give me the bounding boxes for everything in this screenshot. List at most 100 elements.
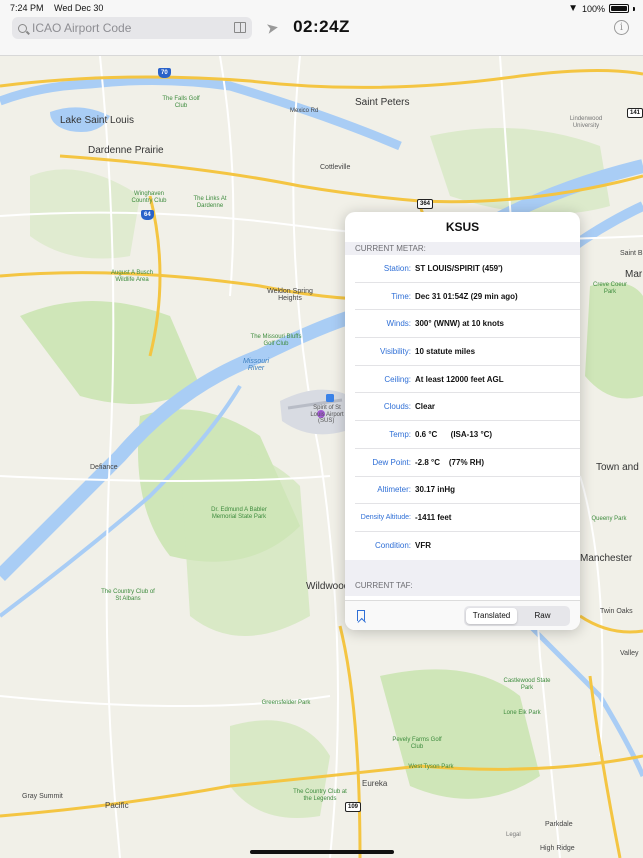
map-label-creve-coeur: Creve Coeur Park: [592, 282, 627, 295]
map-label-saint-peters: Saint Peters: [355, 97, 410, 108]
location-arrow-icon[interactable]: ➤: [265, 18, 280, 38]
metar-section-header: CURRENT METAR:: [345, 242, 580, 255]
map-label-queeny: Queeny Park: [591, 516, 627, 522]
bookmark-icon[interactable]: [357, 610, 365, 621]
row-value: VFR: [415, 541, 431, 551]
map-label-twin-oaks: Twin Oaks: [600, 608, 633, 615]
segment-raw[interactable]: Raw: [517, 608, 568, 624]
map-label-greensfelder: Greensfelder Park: [261, 700, 311, 706]
status-date: Wed Dec 30: [54, 3, 104, 13]
row-label: Visibility:: [380, 346, 411, 356]
metar-row-density-altitude: Density Altitude: -1411 feet: [355, 504, 580, 532]
metar-row-ceiling: Ceiling: At least 12000 feet AGL: [355, 366, 580, 394]
row-label: Density Altitude:: [360, 514, 411, 522]
row-value: 30.17 inHg: [415, 485, 456, 495]
map-label-winghaven: Winghaven Country Club: [131, 191, 167, 204]
map-label-valley: Valley: [620, 650, 639, 657]
row-label: Ceiling:: [384, 374, 411, 384]
map-label-lindenwood: Lindenwood University: [569, 116, 603, 129]
info-icon[interactable]: i: [614, 20, 629, 35]
map-label-parkdale: Parkdale: [545, 821, 573, 828]
metar-row-condition: Condition: VFR: [355, 532, 580, 560]
map-label-lone-elk: Lone Elk Park: [503, 710, 541, 716]
metar-row-temp: Temp: 0.6 °C (ISA-13 °C): [355, 421, 580, 449]
metar-row-visibility: Visibility: 10 statute miles: [355, 338, 580, 366]
map-label-missouri-bluffs: The Missouri Bluffs Golf Club: [250, 334, 302, 347]
map-label-eureka: Eureka: [362, 779, 388, 788]
map-label-dardenne-prairie: Dardenne Prairie: [88, 145, 164, 156]
map-legal-link[interactable]: Legal: [506, 832, 521, 838]
metar-row-station: Station: ST LOUIS/SPIRIT (459'): [355, 255, 580, 283]
map-label-high-ridge: High Ridge: [540, 845, 575, 852]
row-value: 300° (WNW) at 10 knots: [415, 319, 504, 329]
route-364-shield: 364: [417, 199, 434, 209]
metar-row-altimeter: Altimeter: 30.17 inHg: [355, 477, 580, 505]
map-label-babler: Dr. Edmund A Babler Memorial State Park: [211, 507, 267, 520]
battery-tip: [633, 6, 635, 11]
search-icon: [18, 23, 27, 33]
row-label: Winds:: [386, 319, 411, 329]
map-label-saint-b: Saint B: [620, 250, 643, 257]
status-bar-right: ▼ 100%: [568, 3, 635, 14]
map-label-mexico-rd: Mexico Rd: [290, 108, 319, 114]
battery-percent: 100%: [581, 3, 605, 14]
home-indicator: [250, 850, 394, 854]
status-bar-left: 7:24 PM Wed Dec 30: [10, 3, 111, 13]
metar-row-clouds: Clouds: Clear: [355, 393, 580, 422]
map-label-mar: Mar: [625, 269, 643, 280]
map-label-country-club-legends: The Country Club at the Legends: [293, 789, 347, 802]
map-label-pevely-farms: Pevely Farms Golf Club: [392, 737, 442, 750]
map-label-airport[interactable]: Spirit of St Louis Airport: [306, 405, 348, 419]
row-label: Station:: [383, 263, 411, 273]
row-value: -2.8 °C (77% RH): [415, 457, 484, 467]
map-label-west-tyson: West Tyson Park: [408, 764, 454, 770]
row-value: At least 12000 feet AGL: [415, 374, 504, 384]
map-label-airport-code[interactable]: (SUS): [318, 418, 334, 425]
row-value: Clear: [415, 402, 436, 412]
metar-popover: KSUS CURRENT METAR: Station: ST LOUIS/SPI…: [345, 212, 580, 630]
row-label: Condition:: [374, 541, 411, 551]
station-title: KSUS: [445, 220, 480, 234]
wifi-icon: ▼: [568, 3, 578, 14]
map-label-town-and: Town and: [596, 462, 639, 473]
row-value: Dec 31 01:54Z (29 min ago): [415, 291, 518, 301]
interstate-64-shield: 64: [141, 210, 154, 220]
top-toolbar: 7:24 PM Wed Dec 30 ▼ 100% ➤ 02:24Z i: [0, 0, 643, 56]
card-footer: Translated Raw: [345, 600, 580, 630]
map-label-wildwood: Wildwood: [306, 581, 350, 592]
row-value: 10 statute miles: [415, 346, 476, 356]
metar-row-time: Time: Dec 31 01:54Z (29 min ago): [355, 283, 580, 311]
metar-rows: Station: ST LOUIS/SPIRIT (459') Time: Dec …: [345, 255, 580, 560]
map-label-lake-saint-louis: Lake Saint Louis: [60, 115, 134, 126]
map-label-missouri-river: Missouri River: [242, 358, 270, 372]
map-label-manchester: Manchester: [580, 553, 633, 564]
row-label: Clouds:: [383, 402, 411, 412]
status-time: 7:24 PM: [10, 3, 44, 13]
row-label: Temp:: [389, 429, 411, 439]
map-label-gray-summit: Gray Summit: [22, 793, 63, 800]
row-label: Time:: [391, 291, 411, 301]
search-input[interactable]: [32, 21, 217, 35]
row-value: ST LOUIS/SPIRIT (459'): [415, 263, 503, 273]
map-label-castlewood: Castlewood State Park: [503, 678, 551, 691]
section-gap: [345, 559, 580, 576]
row-label: Altimeter:: [377, 485, 411, 495]
map-label-defiance: Defiance: [90, 464, 118, 471]
segment-translated[interactable]: Translated: [466, 608, 517, 624]
view-mode-segmented-control[interactable]: Translated Raw: [464, 606, 570, 626]
map-label-weldon-spring: Weldon Spring Heights: [267, 288, 313, 302]
map-label-links-dardenne: The Links At Dardenne: [193, 196, 227, 209]
taf-section-header: CURRENT TAF:: [345, 575, 580, 596]
route-109-shield: 109: [345, 802, 362, 812]
battery-icon: [609, 4, 629, 13]
metar-row-dew-point: Dew Point: -2.8 °C (77% RH): [355, 449, 580, 477]
map-label-country-club-st-albans: The Country Club of St Albans: [101, 589, 155, 602]
search-bar[interactable]: [12, 17, 252, 39]
map-label-cottleville: Cottleville: [320, 164, 351, 171]
route-141-shield: 141: [627, 108, 643, 118]
map-label-busch-wildlife: August A Busch Wildlife Area: [110, 270, 154, 283]
book-icon[interactable]: [234, 22, 246, 33]
row-value: 0.6 °C (ISA-13 °C): [415, 429, 493, 439]
map-label-pacific: Pacific: [105, 801, 129, 810]
metar-row-winds: Winds: 300° (WNW) at 10 knots: [355, 310, 580, 339]
